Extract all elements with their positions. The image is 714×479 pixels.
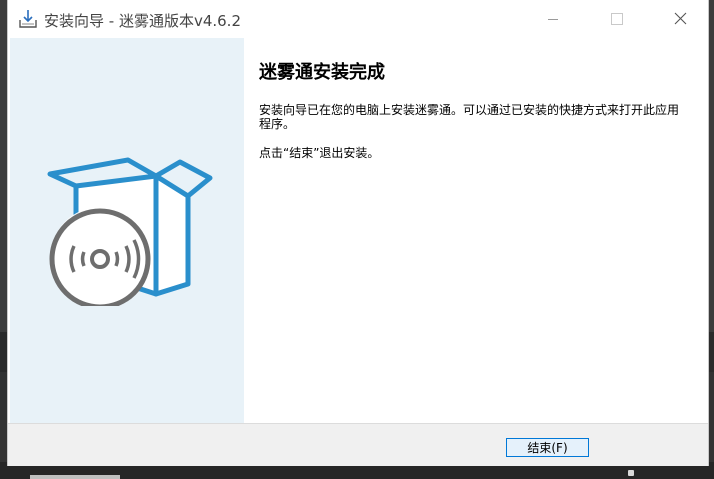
finish-button[interactable]: 结束(F) (506, 438, 589, 457)
close-icon (674, 12, 687, 25)
minimize-button[interactable] (530, 0, 576, 38)
background-mark (628, 470, 634, 476)
side-panel (10, 38, 244, 423)
close-button[interactable] (658, 0, 704, 38)
box-with-disc-icon (47, 157, 213, 306)
maximize-button[interactable] (594, 0, 640, 38)
title-bar[interactable]: 安装向导 - 迷雾通版本v4.6.2 (8, 0, 708, 38)
completion-message: 安装向导已在您的电脑上安装迷雾通。可以通过已安装的快捷方式来打开此应用程序。 (259, 103, 680, 131)
window-title: 安装向导 - 迷雾通版本v4.6.2 (44, 12, 241, 30)
minimize-icon (548, 19, 558, 20)
page-heading: 迷雾通安装完成 (259, 62, 385, 83)
installer-download-icon (19, 10, 37, 28)
maximize-icon (611, 13, 623, 25)
exit-instruction: 点击“结束”退出安装。 (259, 146, 380, 160)
main-content: 迷雾通安装完成 安装向导已在您的电脑上安装迷雾通。可以通过已安装的快捷方式来打开… (244, 38, 706, 423)
installer-window: 安装向导 - 迷雾通版本v4.6.2 迷雾通安装完成 安装向导已在您的电脑上安装… (8, 0, 708, 466)
button-bar: 结束(F) (8, 423, 708, 466)
